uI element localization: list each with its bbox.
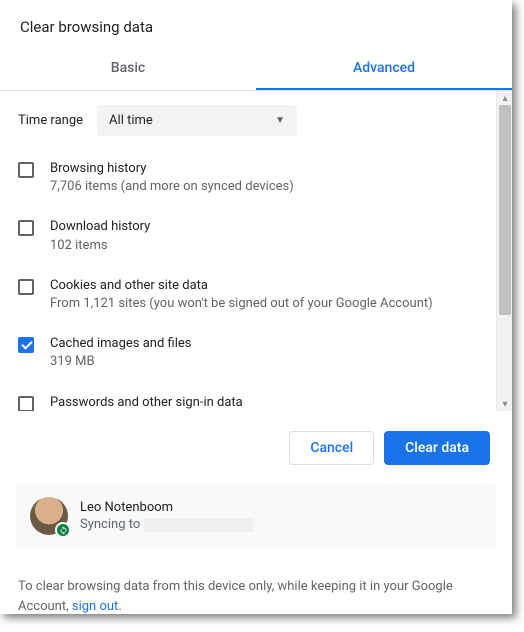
sign-out-link[interactable]: sign out [72,599,118,614]
option-text: Cached images and files319 MB [50,335,191,371]
option-text: Browsing history7,706 items (and more on… [50,160,294,196]
option-checkbox[interactable] [18,396,34,412]
time-range-row: Time range All time ▼ [0,91,512,146]
syncing-label: Syncing to [80,517,140,532]
dialog-title: Clear browsing data [0,0,512,50]
sync-target-redacted [144,518,254,532]
option-subtitle: 7,706 items (and more on synced devices) [50,178,294,196]
avatar [30,497,68,535]
option-title: Download history [50,218,150,236]
dialog-actions: Cancel Clear data [0,411,512,483]
tab-basic[interactable]: Basic [0,50,256,90]
option-text: Passwords and other sign-in dataNone [50,394,243,412]
option-row: Cached images and files319 MB [18,325,508,383]
scroll-up-icon[interactable]: ▴ [497,91,512,105]
option-title: Passwords and other sign-in data [50,394,243,412]
caret-down-icon: ▼ [275,115,285,126]
tab-advanced[interactable]: Advanced [256,50,512,90]
option-row: Download history102 items [18,208,508,266]
time-range-label: Time range [18,113,83,128]
account-sync-status: Syncing to [80,517,254,532]
option-row: Cookies and other site dataFrom 1,121 si… [18,267,508,325]
footer-note: To clear browsing data from this device … [0,573,512,632]
footer-text-after: . [118,599,121,614]
option-title: Browsing history [50,160,294,178]
option-text: Cookies and other site dataFrom 1,121 si… [50,277,433,313]
option-title: Cookies and other site data [50,277,433,295]
clear-data-button[interactable]: Clear data [384,431,490,465]
tab-bar: Basic Advanced [0,50,512,91]
account-sync-box: Leo Notenboom Syncing to [16,483,496,549]
option-title: Cached images and files [50,335,191,353]
dialog-body: Time range All time ▼ Browsing history7,… [0,91,512,411]
scroll-down-icon[interactable]: ▾ [497,397,512,411]
option-checkbox[interactable] [18,220,34,236]
time-range-select[interactable]: All time ▼ [97,105,297,136]
option-row: Passwords and other sign-in dataNone [18,384,508,412]
account-name: Leo Notenboom [80,500,254,515]
option-checkbox[interactable] [18,162,34,178]
option-checkbox[interactable] [18,337,34,353]
option-subtitle: 319 MB [50,353,191,371]
option-row: Browsing history7,706 items (and more on… [18,150,508,208]
option-subtitle: 102 items [50,237,150,255]
option-checkbox[interactable] [18,279,34,295]
scrollbar[interactable]: ▴ ▾ [496,91,512,411]
scrollbar-thumb[interactable] [499,105,511,315]
cancel-button[interactable]: Cancel [289,431,374,465]
option-subtitle: From 1,121 sites (you won't be signed ou… [50,295,433,313]
options-list: Browsing history7,706 items (and more on… [0,146,512,411]
time-range-value: All time [109,113,153,128]
option-text: Download history102 items [50,218,150,254]
clear-browsing-data-dialog: Clear browsing data Basic Advanced Time … [0,0,512,614]
sync-badge-icon [55,522,71,538]
